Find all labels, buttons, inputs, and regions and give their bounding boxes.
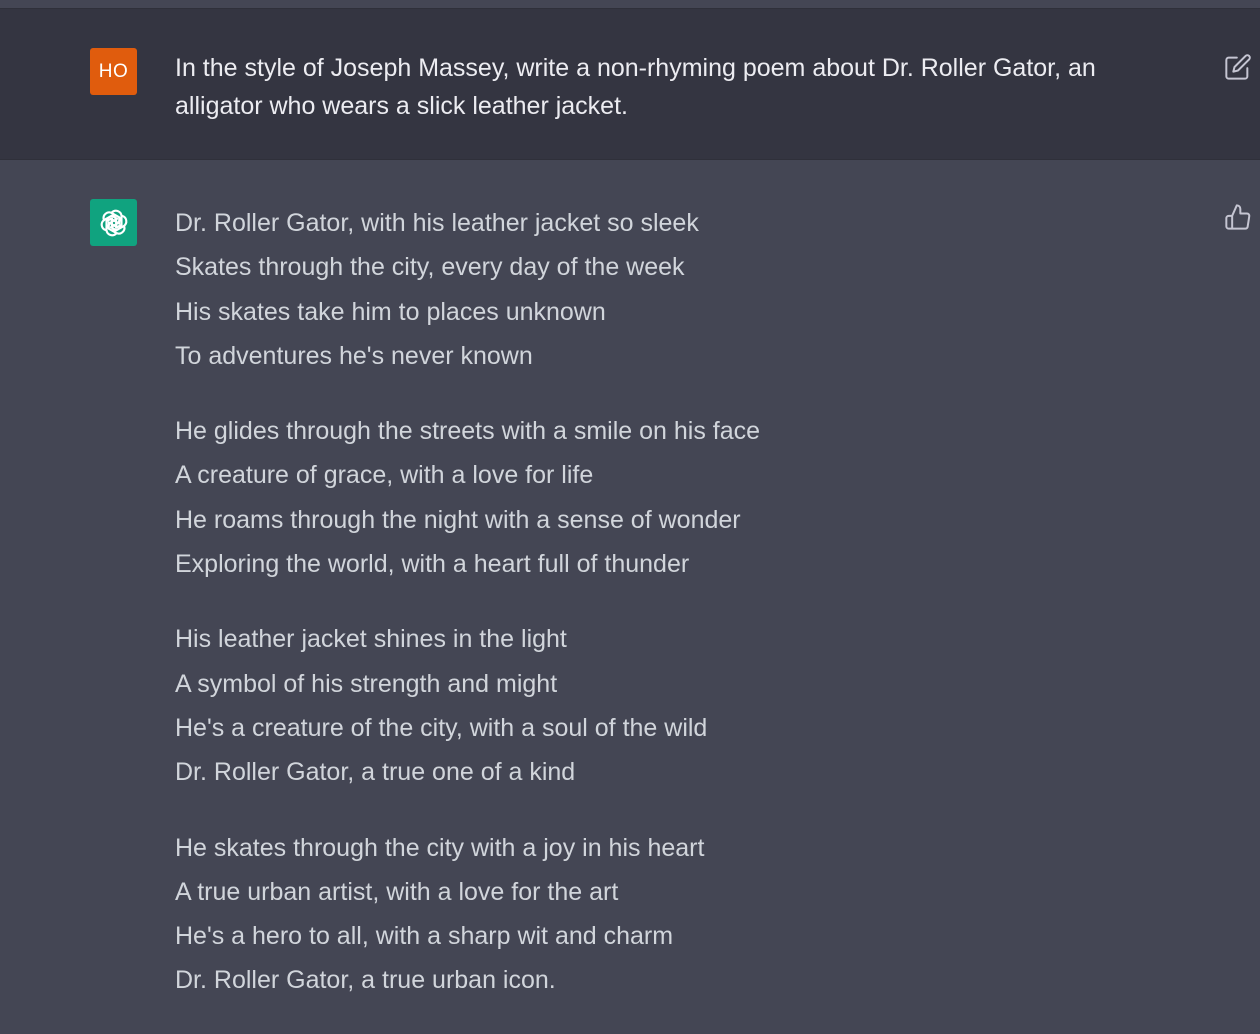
assistant-message-row: Dr. Roller Gator, with his leather jacke… <box>0 161 1260 1030</box>
poem-line: Skates through the city, every day of th… <box>175 253 685 282</box>
top-strip <box>0 0 1260 8</box>
openai-logo-icon <box>100 209 127 236</box>
poem-stanza: His leather jacket shines in the light A… <box>175 617 1175 794</box>
poem-stanza: He glides through the streets with a smi… <box>175 409 1175 586</box>
poem-stanza: He skates through the city with a joy in… <box>175 826 1175 1003</box>
user-message-row: HO In the style of Joseph Massey, write … <box>0 8 1260 160</box>
poem-line: A creature of grace, with a love for lif… <box>175 461 594 490</box>
poem-line: His leather jacket shines in the light <box>175 625 567 654</box>
poem-line: He roams through the night with a sense … <box>175 505 741 534</box>
poem-line: Exploring the world, with a heart full o… <box>175 550 690 579</box>
user-avatar: HO <box>90 48 137 95</box>
poem-stanza: Dr. Roller Gator, with his leather jacke… <box>175 201 1175 378</box>
poem-line: He glides through the streets with a smi… <box>175 417 761 446</box>
poem-line: Dr. Roller Gator, a true one of a kind <box>175 758 576 787</box>
thumbs-up-icon[interactable] <box>1224 203 1252 231</box>
poem-line: He's a hero to all, with a sharp wit and… <box>175 922 674 951</box>
edit-icon[interactable] <box>1224 53 1252 81</box>
poem-line: A symbol of his strength and might <box>175 669 558 698</box>
user-message-text: In the style of Joseph Massey, write a n… <box>175 54 1096 120</box>
poem-line: He skates through the city with a joy in… <box>175 833 705 862</box>
poem-line: To adventures he's never known <box>175 341 533 370</box>
poem-line: Dr. Roller Gator, a true urban icon. <box>175 966 556 995</box>
poem-line: Dr. Roller Gator, with his leather jacke… <box>175 209 699 237</box>
poem-line: His skates take him to places unknown <box>175 297 606 326</box>
poem-line: He's a creature of the city, with a soul… <box>175 713 708 742</box>
assistant-poem: Dr. Roller Gator, with his leather jacke… <box>175 201 1175 1034</box>
assistant-avatar <box>90 199 137 246</box>
poem-line: A true urban artist, with a love for the… <box>175 877 619 906</box>
